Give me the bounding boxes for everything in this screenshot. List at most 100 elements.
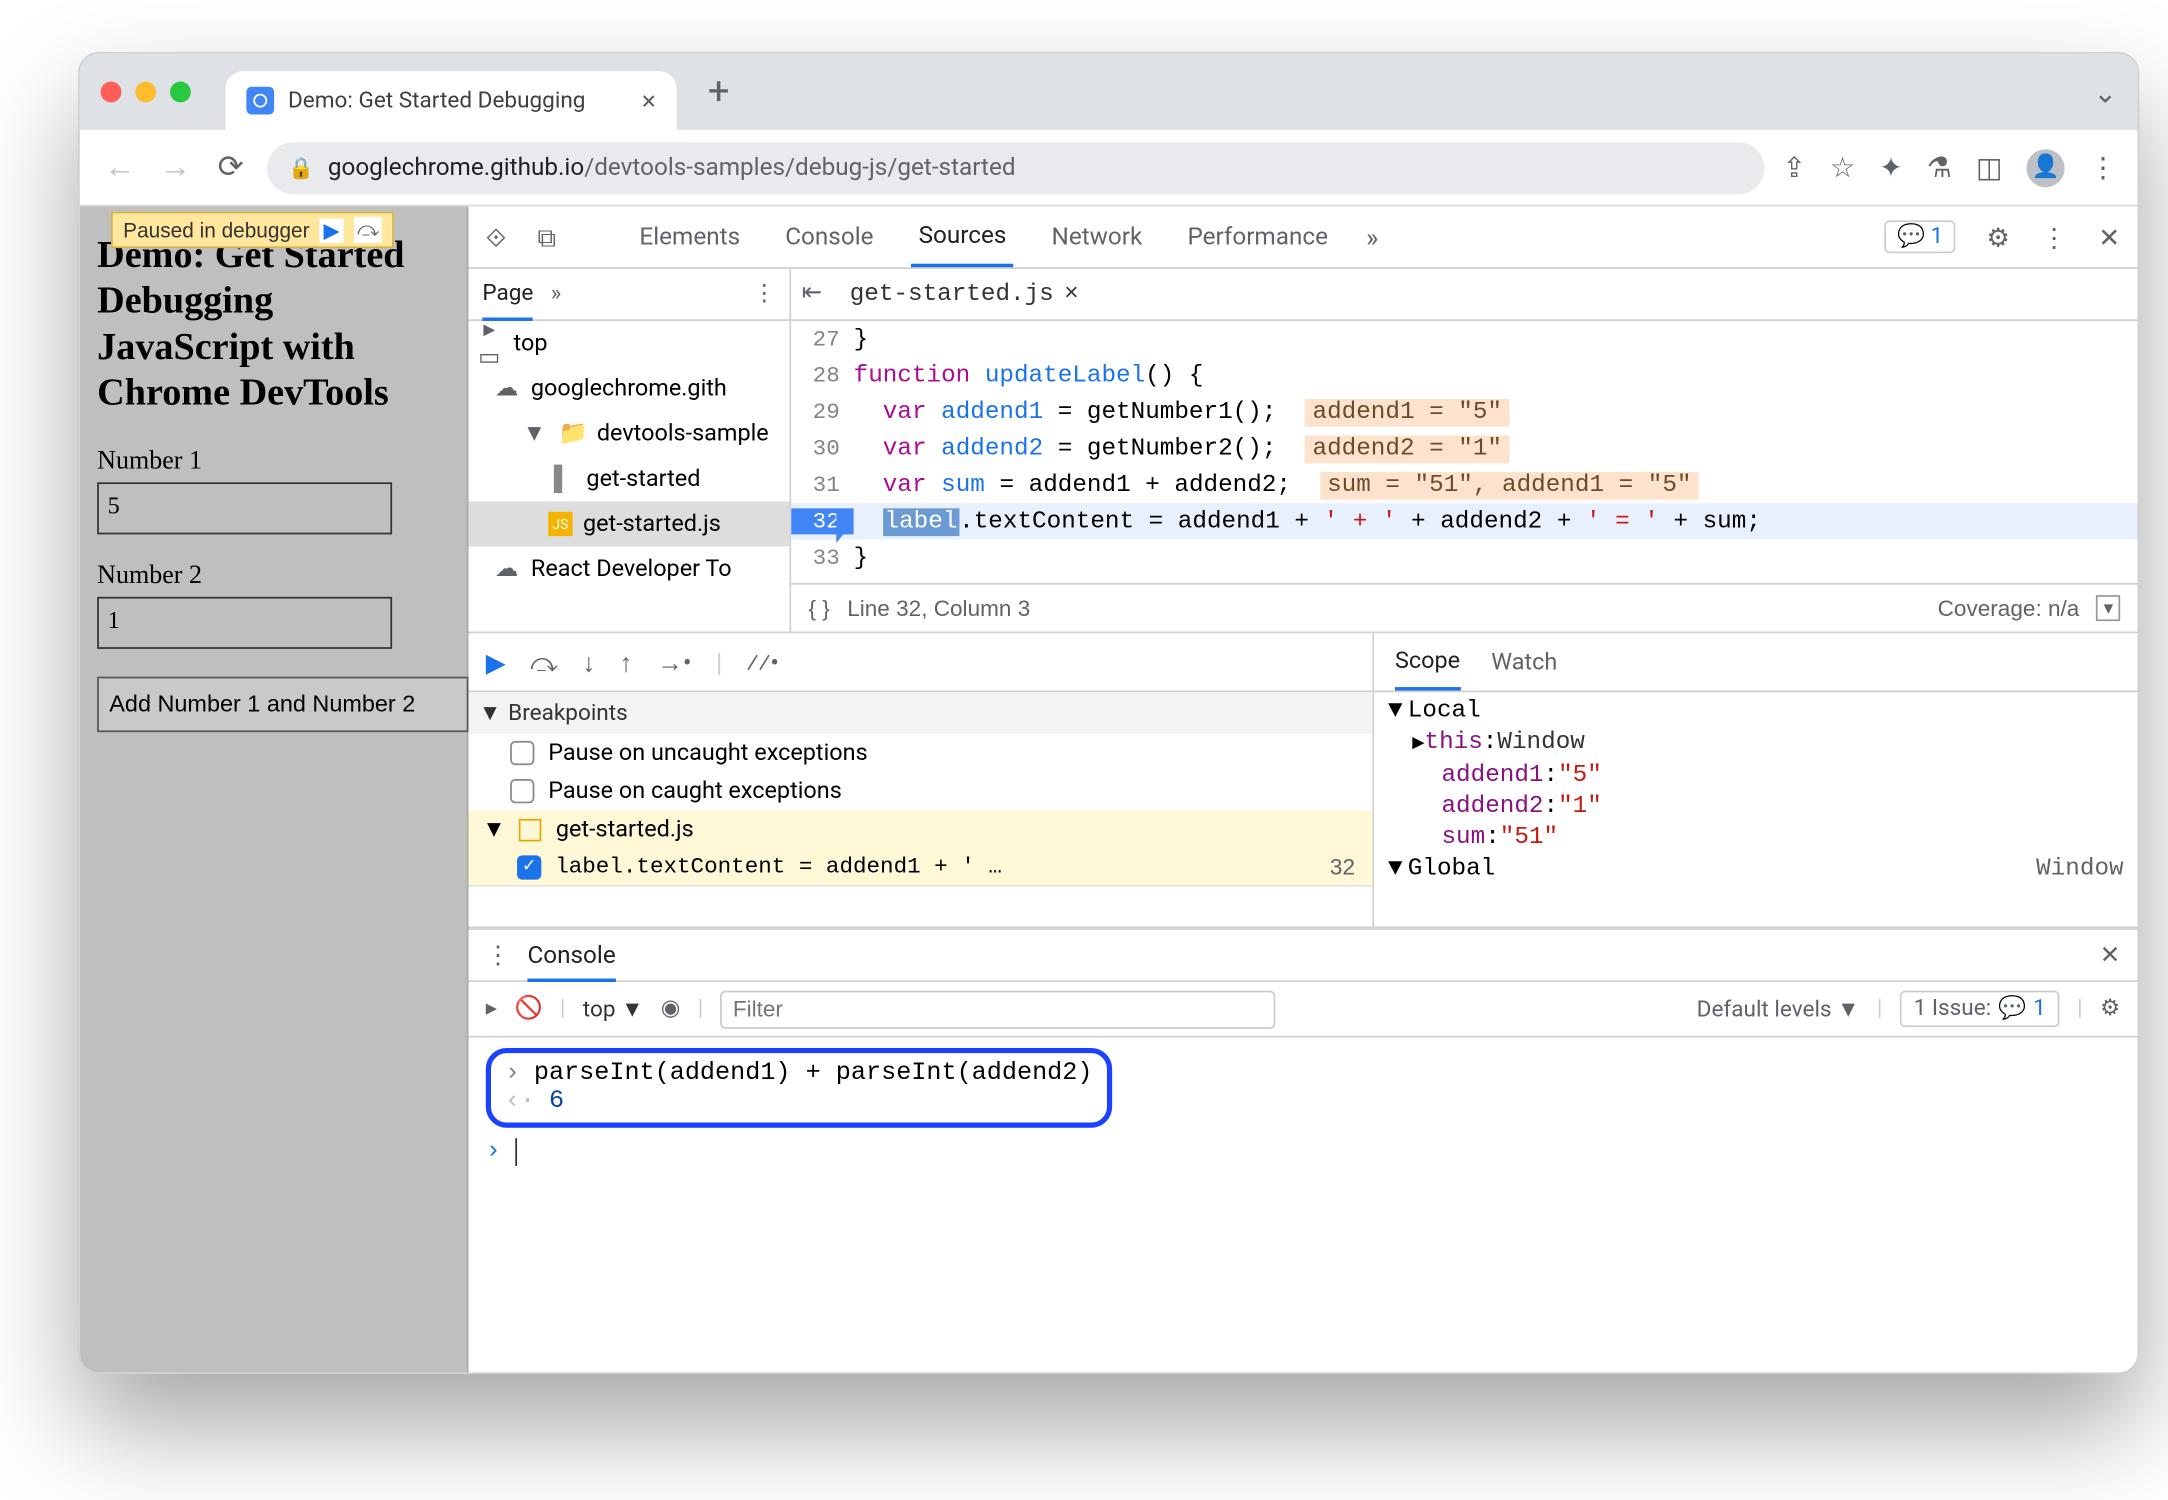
window-close-button[interactable] bbox=[101, 82, 122, 103]
number2-input[interactable] bbox=[97, 596, 392, 648]
menu-icon[interactable]: ⋮ bbox=[2089, 151, 2117, 184]
scope-var-row[interactable]: ▸ this: Window bbox=[1381, 727, 2131, 760]
navigator-menu-icon[interactable]: ⋮ bbox=[753, 281, 776, 307]
navigator-more-icon[interactable]: » bbox=[551, 281, 562, 307]
window-maximize-button[interactable] bbox=[170, 82, 191, 103]
toggle-nav-icon[interactable]: ⇤ bbox=[802, 279, 822, 308]
browser-tab[interactable]: Demo: Get Started Debugging × bbox=[226, 71, 677, 130]
labs-icon[interactable]: ⚗ bbox=[1927, 151, 1952, 184]
tab-favicon bbox=[246, 87, 274, 115]
code-line[interactable]: 27} bbox=[791, 321, 2137, 357]
watch-tab[interactable]: Watch bbox=[1491, 648, 1557, 676]
code-line[interactable]: 34function getNumber1() { bbox=[791, 576, 2137, 583]
tab-elements[interactable]: Elements bbox=[632, 209, 747, 265]
bookmark-icon[interactable]: ☆ bbox=[1830, 151, 1855, 184]
code-line[interactable]: 29 var addend1 = getNumber1(); addend1 =… bbox=[791, 394, 2137, 430]
checkbox-checked-icon[interactable]: ✓ bbox=[517, 854, 541, 878]
new-tab-button[interactable]: + bbox=[694, 70, 743, 113]
bp-file-row[interactable]: ▼ get-started.js bbox=[468, 810, 1372, 848]
editor-tab-close-icon[interactable]: × bbox=[1064, 280, 1079, 308]
drawer-close-icon[interactable]: ✕ bbox=[2100, 941, 2120, 969]
window-minimize-button[interactable] bbox=[135, 82, 156, 103]
forward-button[interactable]: → bbox=[156, 149, 194, 185]
devtools-tabbar: ⟐ ⧉ Elements Console Sources Network Per… bbox=[468, 206, 2137, 268]
device-icon[interactable]: ⧉ bbox=[538, 221, 557, 252]
code-line[interactable]: 30 var addend2 = getNumber2(); addend2 =… bbox=[791, 430, 2137, 466]
tab-sources[interactable]: Sources bbox=[912, 207, 1014, 266]
console-filter-input[interactable] bbox=[721, 990, 1276, 1028]
pretty-print-icon[interactable]: { } bbox=[809, 595, 830, 621]
share-icon[interactable]: ⇪ bbox=[1782, 151, 1805, 184]
scope-global-header[interactable]: ▼GlobalWindow bbox=[1381, 854, 2131, 885]
number1-input[interactable] bbox=[97, 482, 392, 534]
editor-pane: ⇤ get-started.js × 27}28function updateL… bbox=[791, 269, 2137, 632]
nav-item[interactable]: ☁googlechrome.gith bbox=[468, 366, 789, 411]
resume-button[interactable]: ▶ bbox=[486, 646, 506, 677]
scope-var-row[interactable]: addend2: "1" bbox=[1381, 791, 2131, 822]
tab-console[interactable]: Console bbox=[778, 209, 880, 265]
editor-tab-file[interactable]: get-started.js × bbox=[836, 273, 1093, 315]
code-line[interactable]: 31 var sum = addend1 + addend2; sum = "5… bbox=[791, 467, 2137, 503]
settings-icon[interactable]: ⚙ bbox=[1987, 221, 2010, 252]
breakpoints-header[interactable]: ▼ Breakpoints bbox=[468, 692, 1372, 734]
sidepanel-icon[interactable]: ◫ bbox=[1976, 151, 2002, 184]
debugger-left-pane: ▶ ⤼ ↓ ↑ →• | ⁄⁄• ▼ Breakpoints Pause on … bbox=[468, 633, 1374, 926]
coverage-menu-icon[interactable]: ▾ bbox=[2097, 595, 2120, 621]
nav-item[interactable]: JSget-started.js bbox=[468, 501, 789, 546]
step-over-mini-button[interactable]: ⤼ bbox=[353, 217, 382, 243]
url-path: /devtools-samples/debug-js/get-started bbox=[584, 154, 1015, 182]
scope-local-header[interactable]: ▼Local bbox=[1381, 696, 2131, 727]
code-line[interactable]: 33} bbox=[791, 540, 2137, 576]
kebab-icon[interactable]: ⋮ bbox=[2041, 221, 2067, 252]
pause-uncaught-row[interactable]: Pause on uncaught exceptions bbox=[468, 734, 1372, 772]
scope-tab[interactable]: Scope bbox=[1395, 647, 1460, 690]
scope-var-row[interactable]: addend1: "5" bbox=[1381, 760, 2131, 791]
sidebar-toggle-icon[interactable]: ▸ bbox=[486, 996, 497, 1022]
checkbox-unchecked-icon[interactable] bbox=[510, 779, 534, 803]
log-levels-selector[interactable]: Default levels ▼ bbox=[1697, 995, 1860, 1023]
context-selector[interactable]: top ▼ bbox=[583, 995, 644, 1023]
nav-item[interactable]: ☁React Developer To bbox=[468, 547, 789, 592]
window-controls bbox=[101, 82, 191, 103]
tab-performance[interactable]: Performance bbox=[1181, 209, 1335, 265]
add-button[interactable]: Add Number 1 and Number 2 bbox=[97, 676, 468, 732]
inspect-icon[interactable]: ⟐ bbox=[486, 221, 507, 252]
navigator-tab-page[interactable]: Page bbox=[482, 281, 533, 321]
back-button[interactable]: ← bbox=[101, 149, 139, 185]
console-prompt-icon: › bbox=[486, 1138, 501, 1166]
reload-button[interactable]: ⟳ bbox=[212, 149, 250, 185]
bp-line-row[interactable]: ✓ label.textContent = addend1 + ' … 32 bbox=[468, 848, 1372, 884]
drawer-menu-icon[interactable]: ⋮ bbox=[486, 941, 510, 969]
console-input-line[interactable]: › bbox=[486, 1138, 2120, 1166]
tab-close-button[interactable]: × bbox=[642, 85, 656, 116]
scope-var-row[interactable]: sum: "51" bbox=[1381, 822, 2131, 853]
drawer-console-tab[interactable]: Console bbox=[527, 941, 615, 981]
pause-caught-row[interactable]: Pause on caught exceptions bbox=[468, 772, 1372, 810]
clear-console-icon[interactable]: 🚫 bbox=[514, 996, 542, 1022]
code-line[interactable]: 32 label.textContent = addend1 + ' + ' +… bbox=[791, 503, 2137, 539]
tab-network[interactable]: Network bbox=[1045, 209, 1150, 265]
profile-avatar[interactable]: 👤 bbox=[2026, 148, 2064, 186]
issues-pill[interactable]: 💬1 bbox=[1885, 220, 1955, 253]
step-button[interactable]: →• bbox=[657, 646, 692, 677]
tabs-menu-button[interactable]: ⌄ bbox=[2093, 75, 2116, 108]
address-bar[interactable]: 🔒 googlechrome.github.io/devtools-sample… bbox=[267, 141, 1765, 193]
step-out-button[interactable]: ↑ bbox=[620, 646, 633, 677]
checkbox-unchecked-icon[interactable] bbox=[510, 741, 534, 765]
deactivate-bp-button[interactable]: ⁄⁄• bbox=[747, 646, 779, 677]
more-tabs-icon[interactable]: » bbox=[1366, 221, 1378, 252]
step-over-button[interactable]: ⤼ bbox=[530, 646, 558, 677]
issues-button[interactable]: 1 Issue: 💬1 bbox=[1900, 991, 2060, 1027]
resume-mini-button[interactable]: ▶ bbox=[320, 218, 343, 242]
console-settings-icon[interactable]: ⚙ bbox=[2100, 996, 2120, 1022]
nav-item[interactable]: ▌get-started bbox=[468, 456, 789, 501]
step-into-button[interactable]: ↓ bbox=[582, 646, 595, 677]
code-line[interactable]: 28function updateLabel() { bbox=[791, 357, 2137, 393]
scope-pane: Scope Watch ▼Local ▸ this: Window addend… bbox=[1374, 633, 2137, 926]
extensions-icon[interactable]: ✦ bbox=[1879, 151, 1902, 184]
close-devtools-icon[interactable]: ✕ bbox=[2098, 221, 2120, 252]
nav-item[interactable]: ▸ ▭top bbox=[468, 321, 789, 366]
live-expr-icon[interactable]: ◉ bbox=[661, 996, 681, 1022]
nav-item[interactable]: ▼📁devtools-sample bbox=[468, 411, 789, 456]
navigator-pane: Page » ⋮ ▸ ▭top☁googlechrome.gith▼📁devto… bbox=[468, 269, 791, 632]
